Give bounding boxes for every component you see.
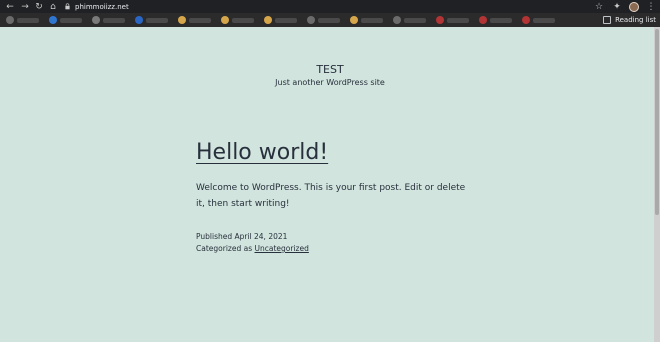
bookmark-label-blurred [275,17,297,23]
bookmark-favicon-icon [135,16,143,24]
bookmark-favicon-icon [522,16,530,24]
categorized-line: Categorized as Uncategorized [196,243,309,255]
scrollbar-thumb[interactable] [655,29,659,215]
reload-icon: ↻ [35,1,43,12]
browser-toolbar: ← → ↻ ⌂ phimmoiizz.net ☆ ✦ ⋮ [0,0,660,13]
bookmark-favicon-icon [49,16,57,24]
bookmark-item[interactable] [178,15,211,25]
url-text: phimmoiizz.net [75,2,129,11]
bookmark-item[interactable] [135,15,168,25]
home-icon: ⌂ [50,1,56,12]
reading-list-label: Reading list [615,16,656,24]
bookmark-label-blurred [533,17,555,23]
categorized-prefix: Categorized as [196,244,253,253]
bookmark-star-icon[interactable]: ☆ [593,1,605,13]
back-button[interactable]: ← [4,0,16,13]
profile-avatar[interactable] [629,1,639,12]
home-button[interactable]: ⌂ [47,0,59,13]
bookmark-label-blurred [361,17,383,23]
bookmark-label-blurred [17,17,39,23]
post-excerpt: Welcome to WordPress. This is your first… [196,183,466,209]
lock-icon [65,3,70,10]
site-description: Just another WordPress site [275,78,385,87]
menu-kebab-icon[interactable]: ⋮ [645,1,657,13]
bookmark-label-blurred [404,17,426,23]
bookmark-favicon-icon [221,16,229,24]
bookmark-item[interactable] [436,15,469,25]
bookmark-favicon-icon [178,16,186,24]
bookmark-item[interactable] [522,15,555,25]
published-date: Published April 24, 2021 [196,232,288,241]
bookmark-favicon-icon [436,16,444,24]
bookmark-favicon-icon [350,16,358,24]
bookmark-favicon-icon [92,16,100,24]
bookmark-item[interactable] [264,15,297,25]
bookmark-item[interactable] [221,15,254,25]
bookmark-label-blurred [318,17,340,23]
bookmark-favicon-icon [6,16,14,24]
forward-button[interactable]: → [19,0,31,13]
bookmark-label-blurred [146,17,168,23]
bookmark-label-blurred [189,17,211,23]
forward-arrow-icon: → [21,1,29,12]
bookmark-item[interactable] [92,15,125,25]
bookmark-label-blurred [60,17,82,23]
post-meta: Published April 24, 2021 Categorized as … [196,231,309,255]
reading-list-button[interactable]: Reading list [603,13,656,27]
bookmark-label-blurred [447,17,469,23]
bookmark-item[interactable] [393,15,426,25]
extensions-icon[interactable]: ✦ [611,1,623,13]
bookmark-item[interactable] [307,15,340,25]
back-arrow-icon: ← [6,1,14,12]
bookmark-item[interactable] [6,15,39,25]
bookmark-item[interactable] [479,15,512,25]
bookmark-item[interactable] [350,15,383,25]
category-link[interactable]: Uncategorized [255,244,309,253]
bookmark-label-blurred [490,17,512,23]
bookmark-favicon-icon [264,16,272,24]
address-bar[interactable]: phimmoiizz.net [64,0,129,13]
reading-list-icon [603,16,612,24]
bookmark-item[interactable] [49,15,82,25]
bookmark-label-blurred [103,17,125,23]
post-title-link[interactable]: Hello world! [196,140,328,165]
bookmark-favicon-icon [479,16,487,24]
bookmarks-bar [0,13,660,27]
bookmark-favicon-icon [393,16,401,24]
bookmark-label-blurred [232,17,254,23]
site-title[interactable]: TEST [0,63,660,76]
bookmark-favicon-icon [307,16,315,24]
reload-button[interactable]: ↻ [33,0,45,13]
